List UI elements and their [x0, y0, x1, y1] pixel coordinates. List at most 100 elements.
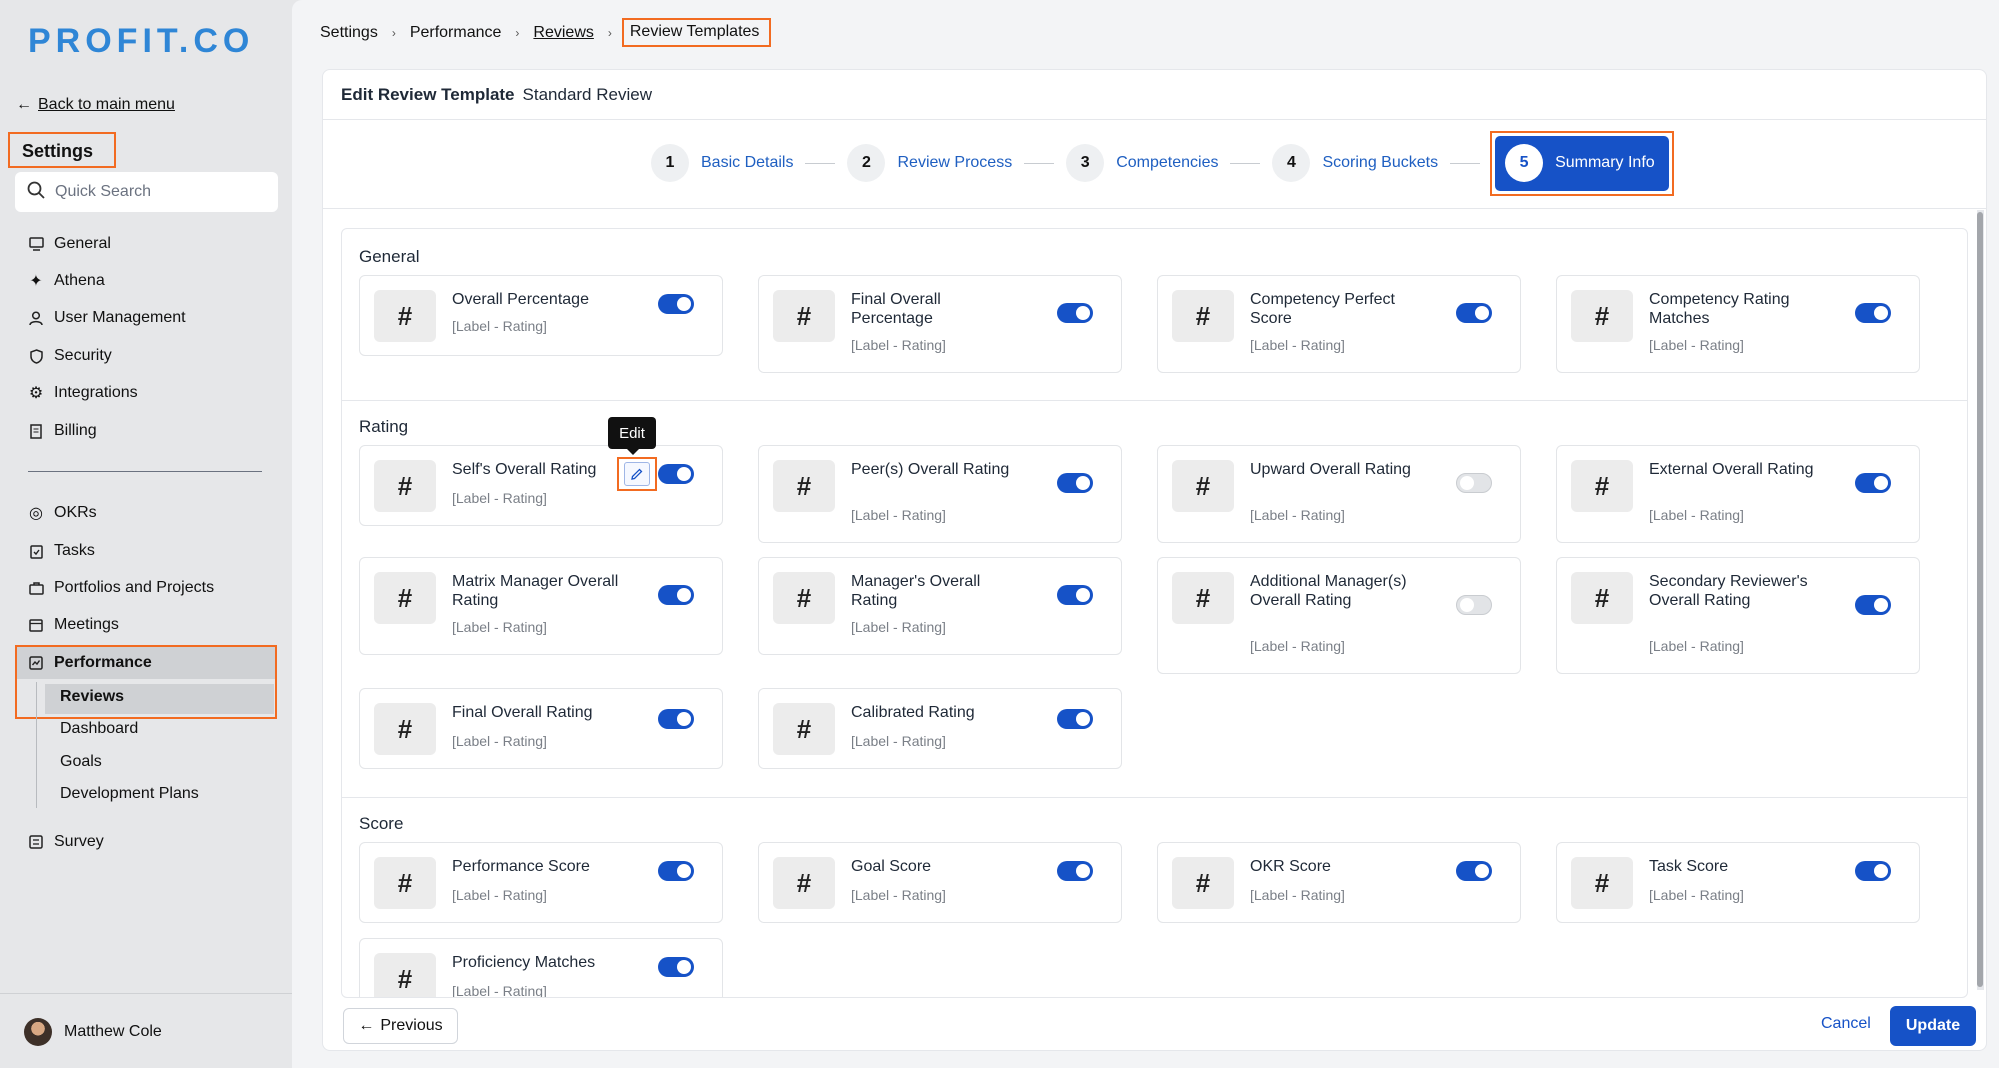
step-review-process[interactable]: 2 Review Process: [847, 144, 1012, 182]
card-sublabel: [Label - Rating]: [1250, 887, 1345, 903]
sidebar-item-general[interactable]: General: [28, 232, 111, 256]
sidebar-subitem-goals[interactable]: Goals: [60, 753, 102, 771]
sidebar-item-security[interactable]: Security: [28, 344, 112, 368]
breadcrumb-settings[interactable]: Settings: [320, 24, 378, 42]
clipboard-icon: [28, 543, 44, 559]
step-connector: [1450, 162, 1481, 164]
quick-search-box[interactable]: [15, 172, 278, 212]
card-sublabel: [Label - Rating]: [452, 887, 547, 903]
card-name: Performance Score: [452, 858, 590, 875]
toggle-switch[interactable]: [658, 861, 694, 881]
hash-icon: #: [374, 953, 436, 997]
toggle-switch[interactable]: [1057, 473, 1093, 493]
step-connector: [1024, 162, 1055, 164]
chevron-right-icon: ›: [515, 25, 520, 40]
sidebar-item-label: User Management: [54, 309, 186, 326]
card-name: Goal Score: [851, 858, 932, 875]
card-sublabel: [Label - Rating]: [1649, 887, 1744, 903]
hash-icon: #: [1571, 460, 1633, 512]
update-button[interactable]: Update: [1890, 1006, 1976, 1046]
page-title: Edit Review Template Standard Review: [341, 85, 652, 105]
toggle-switch[interactable]: [1057, 709, 1093, 729]
sidebar-subitem-reviews[interactable]: Reviews: [60, 688, 124, 706]
toggle-switch[interactable]: [1855, 595, 1891, 615]
sidebar-item-tasks[interactable]: Tasks: [28, 539, 95, 563]
step-number: 2: [847, 144, 886, 182]
sidebar-item-performance[interactable]: Performance: [28, 651, 152, 675]
step-scoring-buckets[interactable]: 4 Scoring Buckets: [1272, 144, 1438, 182]
toggle-switch[interactable]: [1456, 595, 1492, 615]
step-summary-info[interactable]: 5 Summary Info: [1495, 135, 1669, 191]
quick-search-input[interactable]: [55, 183, 255, 201]
card-name: OKR Score: [1250, 858, 1331, 875]
receipt-icon: [28, 423, 44, 439]
card-name: Final Overall Percentage: [851, 291, 941, 327]
edit-button[interactable]: [617, 457, 657, 491]
card-name: Overall Percentage: [452, 291, 589, 308]
sidebar-item-okrs[interactable]: ◎ OKRs: [28, 501, 97, 525]
sidebar-item-survey[interactable]: Survey: [28, 830, 104, 854]
card-name: Matrix Manager Overall Rating: [452, 573, 619, 609]
toggle-switch[interactable]: [1855, 861, 1891, 881]
edit-template-panel: Edit Review Template Standard Review 1 B…: [322, 69, 1987, 1051]
scrollbar-thumb[interactable]: [1977, 212, 1983, 987]
sidebar-subitem-development-plans[interactable]: Development Plans: [60, 785, 199, 803]
sidebar-item-portfolios[interactable]: Portfolios and Projects: [28, 576, 214, 600]
step-number: 1: [651, 144, 689, 182]
toggle-switch[interactable]: [1456, 861, 1492, 881]
hash-icon: #: [374, 857, 436, 909]
step-number: 3: [1066, 144, 1105, 182]
toggle-switch[interactable]: [658, 957, 694, 977]
breadcrumb-reviews[interactable]: Reviews: [533, 24, 593, 42]
summary-card: # OKR Score [Label - Rating]: [1157, 842, 1521, 923]
active-step-highlight: 5 Summary Info: [1490, 130, 1674, 196]
user-name: Matthew Cole: [64, 1023, 162, 1040]
card-name: Competency Rating Matches: [1649, 291, 1790, 327]
toggle-switch[interactable]: [1057, 303, 1093, 323]
toggle-switch[interactable]: [658, 464, 694, 484]
card-name: Self's Overall Rating: [452, 461, 597, 478]
sidebar-item-athena[interactable]: ✦ Athena: [28, 269, 104, 293]
toggle-switch[interactable]: [658, 709, 694, 729]
sidebar-item-user-management[interactable]: User Management: [28, 306, 186, 330]
calendar-icon: [28, 617, 44, 633]
card-name: Peer(s) Overall Rating: [851, 461, 1010, 478]
step-competencies[interactable]: 3 Competencies: [1066, 144, 1218, 182]
edit-tooltip: Edit: [608, 417, 656, 455]
divider: [323, 208, 1986, 209]
summary-card: # Upward Overall Rating [Label - Rating]: [1157, 445, 1521, 543]
sidebar-item-billing[interactable]: Billing: [28, 419, 97, 443]
pencil-icon: [624, 462, 650, 486]
user-profile[interactable]: Matthew Cole: [24, 1018, 162, 1046]
toggle-switch[interactable]: [1057, 585, 1093, 605]
sidebar-item-meetings[interactable]: Meetings: [28, 613, 119, 637]
user-icon: [28, 310, 44, 326]
sidebar-subitem-dashboard[interactable]: Dashboard: [60, 720, 138, 738]
summary-card: # External Overall Rating [Label - Ratin…: [1556, 445, 1920, 543]
toggle-switch[interactable]: [1456, 303, 1492, 323]
hash-icon: #: [1172, 572, 1234, 624]
step-label: Competencies: [1116, 154, 1219, 171]
hash-icon: #: [1172, 857, 1234, 909]
step-basic-details[interactable]: 1 Basic Details: [651, 144, 793, 182]
hash-icon: #: [374, 703, 436, 755]
toggle-switch[interactable]: [1855, 303, 1891, 323]
profitco-logo[interactable]: PROFIT.CO: [28, 22, 254, 61]
cancel-button[interactable]: Cancel: [1821, 1015, 1871, 1033]
previous-label: Previous: [380, 1017, 443, 1034]
previous-button[interactable]: ← Previous: [343, 1008, 458, 1044]
hash-icon: #: [773, 572, 835, 624]
breadcrumb-performance[interactable]: Performance: [410, 24, 502, 42]
briefcase-icon: [28, 580, 44, 596]
divider: [342, 797, 1967, 798]
toggle-switch[interactable]: [658, 585, 694, 605]
toggle-switch[interactable]: [1456, 473, 1492, 493]
back-to-main-menu-link[interactable]: ← Back to main menu: [16, 96, 175, 114]
sidebar-item-label: Security: [54, 347, 112, 364]
sidebar-item-integrations[interactable]: ⚙ Integrations: [28, 381, 138, 405]
toggle-switch[interactable]: [1855, 473, 1891, 493]
page-title-label: Edit Review Template: [341, 85, 515, 104]
toggle-switch[interactable]: [658, 294, 694, 314]
toggle-switch[interactable]: [1057, 861, 1093, 881]
summary-card: # Final Overall Rating [Label - Rating]: [359, 688, 723, 769]
